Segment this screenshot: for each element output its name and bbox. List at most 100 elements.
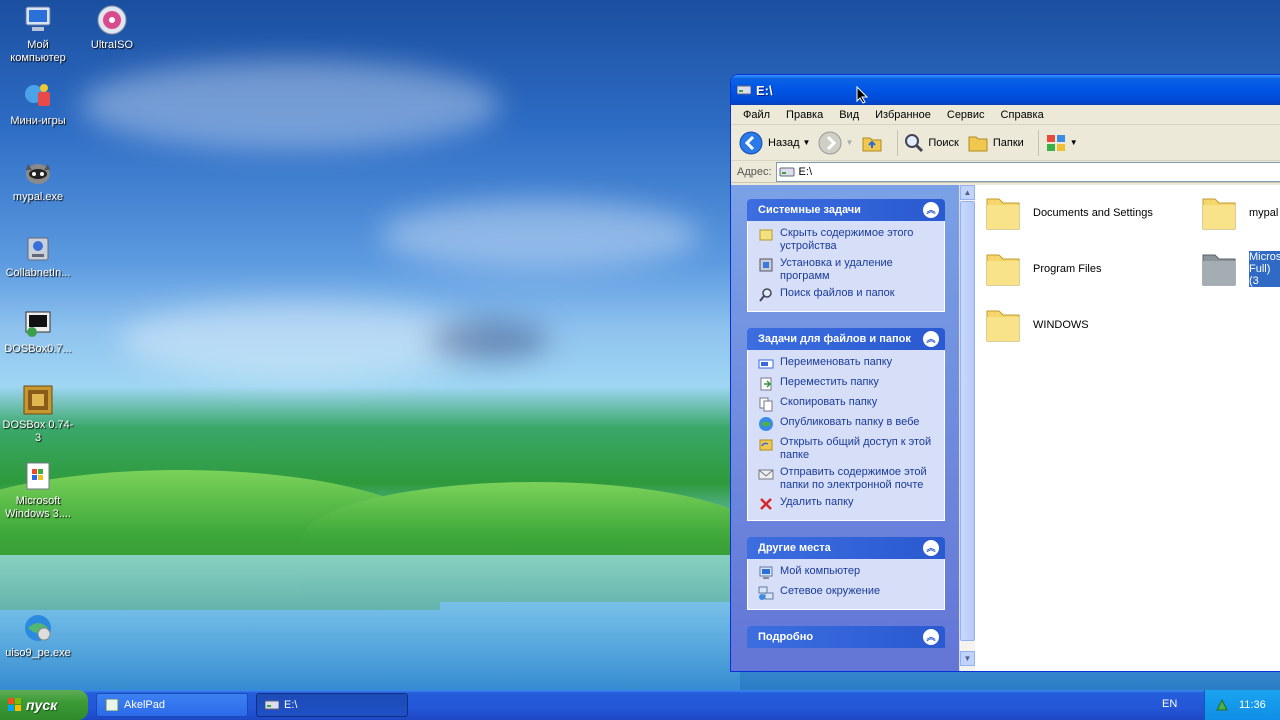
task-rename-folder[interactable]: Переименовать папку [758, 356, 944, 372]
views-button[interactable]: ▼ [1045, 133, 1078, 153]
task-email-folder[interactable]: Отправить содержимое этой папки по элект… [758, 466, 944, 492]
taskbar-button-explorer[interactable]: E:\ [256, 693, 408, 717]
window-title: E:\ [756, 82, 773, 98]
back-arrow-icon [739, 131, 763, 154]
menu-view[interactable]: Вид [831, 109, 867, 121]
back-label: Назад [768, 136, 800, 149]
task-share-folder[interactable]: Открыть общий доступ к этой папке [758, 436, 944, 462]
menu-file[interactable]: Файл [735, 109, 778, 121]
folder-icon [1202, 254, 1236, 286]
folder-icon [986, 310, 1020, 342]
computer-icon [759, 566, 773, 579]
desktop-icon-ultraiso[interactable]: UltraISO [74, 4, 150, 52]
system-tasks-header[interactable]: Системные задачи ︽ [747, 199, 945, 221]
dosbox-shortcut-icon [25, 311, 51, 337]
task-pane: Системные задачи ︽ Скрыть содержимое это… [731, 185, 959, 671]
desktop-icon-mini-games[interactable]: Мини-игры [0, 80, 76, 128]
task-pane-scrollbar[interactable]: ▲ ▼ [959, 185, 975, 671]
task-hide-contents[interactable]: Скрыть содержимое этого устройства [758, 227, 944, 253]
place-network[interactable]: Сетевое окружение [758, 585, 944, 601]
desktop-icon-dosbox-shortcut[interactable]: DOSBox0.7... [0, 308, 76, 356]
search-button[interactable]: Поиск [904, 133, 959, 153]
folder-up-icon [862, 137, 882, 151]
desktop-icon-label: CollabnetIn... [5, 267, 71, 279]
folder-microsoft-selected[interactable]: Micros Full) (3 [1197, 247, 1280, 291]
desktop-icon-label: UltraISO [90, 39, 134, 51]
menu-favorites[interactable]: Избранное [867, 109, 939, 121]
menu-help[interactable]: Справка [993, 109, 1052, 121]
scroll-thumb[interactable] [960, 201, 975, 641]
globe-icon [759, 417, 773, 431]
cloud [380, 200, 700, 270]
search-icon [759, 288, 772, 302]
scroll-up-button[interactable]: ▲ [960, 185, 975, 200]
drive-icon [737, 85, 751, 95]
language-indicator[interactable]: EN [1162, 698, 1177, 710]
address-input[interactable]: E:\ [775, 161, 1280, 182]
taskbar-button-akelpad[interactable]: AkelPad [96, 693, 248, 717]
desktop-icon-my-computer[interactable]: Мой компьютер [0, 4, 76, 65]
folder-mypal[interactable]: mypal [1197, 191, 1280, 235]
panel-title: Системные задачи [758, 204, 861, 216]
folder-windows[interactable]: WINDOWS [981, 303, 1183, 347]
desktop-icon-label: Microsoft Windows 3.... [4, 495, 72, 520]
task-label: Открыть общий доступ к этой папке [780, 436, 932, 461]
other-places-header[interactable]: Другие места ︽ [747, 537, 945, 559]
task-move-folder[interactable]: Переместить папку [758, 376, 944, 392]
network-tray-icon[interactable] [1215, 698, 1229, 712]
desktop-icon-dosbox[interactable]: DOSBox 0.74-3 [0, 384, 76, 445]
task-publish-web[interactable]: Опубликовать папку в вебе [758, 416, 944, 432]
toolbar-separator [1037, 129, 1039, 156]
start-button[interactable]: пуск [0, 690, 88, 720]
place-my-computer[interactable]: Мой компьютер [758, 565, 944, 581]
forward-button[interactable]: ▼ [818, 131, 853, 155]
menu-bar: Файл Правка Вид Избранное Сервис Справка [731, 105, 1280, 125]
desktop-icon-uiso9[interactable]: uiso9_pe.exe [0, 612, 76, 660]
cloud [430, 320, 550, 360]
title-bar[interactable]: E:\ [731, 75, 1280, 105]
collapse-icon[interactable]: ︽ [923, 202, 939, 218]
window-content: Системные задачи ︽ Скрыть содержимое это… [731, 185, 1280, 671]
desktop-icon-label: DOSBox 0.74-3 [2, 419, 74, 444]
desktop-icon-windows-setup[interactable]: Microsoft Windows 3.... [0, 460, 76, 521]
details-panel: Подробно ︽ [747, 626, 945, 648]
notepad-icon [105, 699, 119, 711]
mouse-cursor-icon [856, 86, 868, 104]
desktop-icon-mypal[interactable]: mypal.exe [0, 156, 76, 204]
task-copy-folder[interactable]: Скопировать папку [758, 396, 944, 412]
folder-documents-and-settings[interactable]: Documents and Settings [981, 191, 1183, 235]
task-delete-folder[interactable]: Удалить папку [758, 496, 944, 512]
back-button[interactable]: Назад ▼ [739, 131, 810, 155]
panel-title: Задачи для файлов и папок [758, 333, 911, 345]
file-tasks-panel: Задачи для файлов и папок ︽ Переименоват… [747, 328, 945, 521]
collapse-icon[interactable]: ︽ [923, 540, 939, 556]
task-search-files[interactable]: Поиск файлов и папок [758, 287, 944, 303]
address-value: E:\ [798, 165, 812, 178]
forward-arrow-icon [818, 131, 842, 154]
folders-button[interactable]: Папки [967, 133, 1024, 153]
folder-icon [986, 198, 1020, 230]
explorer-window[interactable]: E:\ Файл Правка Вид Избранное Сервис Спр… [730, 74, 1280, 672]
system-tray: 11:36 [1204, 690, 1280, 720]
rename-icon [758, 359, 774, 369]
clock[interactable]: 11:36 [1239, 699, 1266, 711]
menu-tools[interactable]: Сервис [939, 109, 993, 121]
scroll-down-button[interactable]: ▼ [960, 651, 975, 666]
file-tasks-header[interactable]: Задачи для файлов и папок ︽ [747, 328, 945, 350]
hide-folder-icon [759, 229, 773, 241]
chevron-down-icon[interactable]: ▼ [1070, 138, 1078, 147]
menu-edit[interactable]: Правка [778, 109, 831, 121]
drive-icon [265, 700, 279, 710]
desktop-icon-collabnet[interactable]: CollabnetIn... [0, 232, 76, 280]
chevron-down-icon[interactable]: ▼ [803, 138, 811, 147]
panel-title: Подробно [758, 631, 814, 643]
dosbox-icon [23, 385, 53, 415]
desktop-icon-label: Мой компьютер [10, 39, 66, 64]
folder-program-files[interactable]: Program Files [981, 247, 1183, 291]
collapse-icon[interactable]: ︽ [923, 331, 939, 347]
task-label: E:\ [284, 699, 298, 711]
task-add-remove-programs[interactable]: Установка и удаление программ [758, 257, 944, 283]
collapse-icon[interactable]: ︽ [923, 629, 939, 645]
up-folder-button[interactable] [861, 132, 883, 154]
details-header[interactable]: Подробно ︽ [747, 626, 945, 648]
